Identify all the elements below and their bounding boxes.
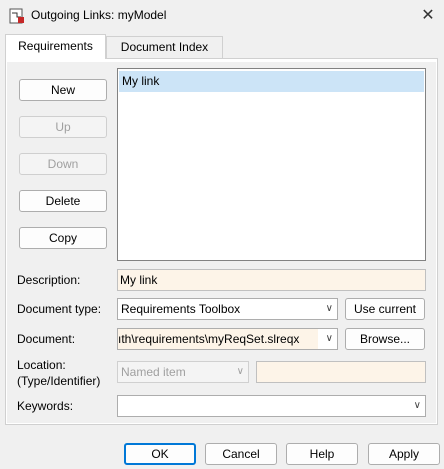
help-button[interactable]: Help: [286, 443, 358, 465]
cancel-button[interactable]: Cancel: [205, 443, 277, 465]
apply-button[interactable]: Apply: [368, 443, 440, 465]
document-label: Document:: [17, 332, 76, 346]
use-current-button[interactable]: Use current: [345, 298, 425, 320]
location-label: Location:: [17, 358, 66, 372]
location-sublabel: (Type/Identifier): [17, 374, 101, 388]
new-button[interactable]: New: [19, 79, 107, 101]
down-button[interactable]: Down: [19, 153, 107, 175]
document-type-value: Requirements Toolbox: [121, 302, 241, 316]
location-type-select[interactable]: Named item ∨: [117, 361, 249, 383]
description-field[interactable]: My link: [117, 269, 426, 291]
chevron-down-icon: ∨: [236, 366, 244, 377]
up-button[interactable]: Up: [19, 116, 107, 138]
copy-button[interactable]: Copy: [19, 227, 107, 249]
document-type-select[interactable]: Requirements Toolbox ∨: [117, 298, 338, 320]
browse-button[interactable]: Browse...: [345, 328, 425, 350]
list-item[interactable]: My link: [119, 71, 424, 92]
tab-document-index[interactable]: Document Index: [106, 36, 223, 58]
ok-button[interactable]: OK: [124, 443, 196, 465]
close-icon[interactable]: ✕: [418, 6, 438, 26]
tab-requirements[interactable]: Requirements: [5, 34, 106, 59]
document-type-label: Document type:: [17, 302, 102, 316]
chevron-down-icon: ∨: [325, 333, 333, 344]
location-identifier-field[interactable]: [256, 361, 426, 383]
document-select[interactable]: ıth\requirements\myReqSet.slreqx ∨: [117, 328, 338, 350]
keywords-select[interactable]: ∨: [117, 395, 426, 417]
document-value: ıth\requirements\myReqSet.slreqx: [118, 329, 318, 349]
links-listbox[interactable]: [117, 68, 426, 261]
model-link-icon: [9, 8, 25, 24]
chevron-down-icon: ∨: [325, 303, 333, 314]
window-title: Outgoing Links: myModel: [31, 8, 167, 22]
delete-button[interactable]: Delete: [19, 190, 107, 212]
keywords-label: Keywords:: [17, 399, 74, 413]
chevron-down-icon: ∨: [413, 400, 421, 411]
location-type-value: Named item: [121, 365, 186, 379]
description-label: Description:: [17, 273, 81, 287]
